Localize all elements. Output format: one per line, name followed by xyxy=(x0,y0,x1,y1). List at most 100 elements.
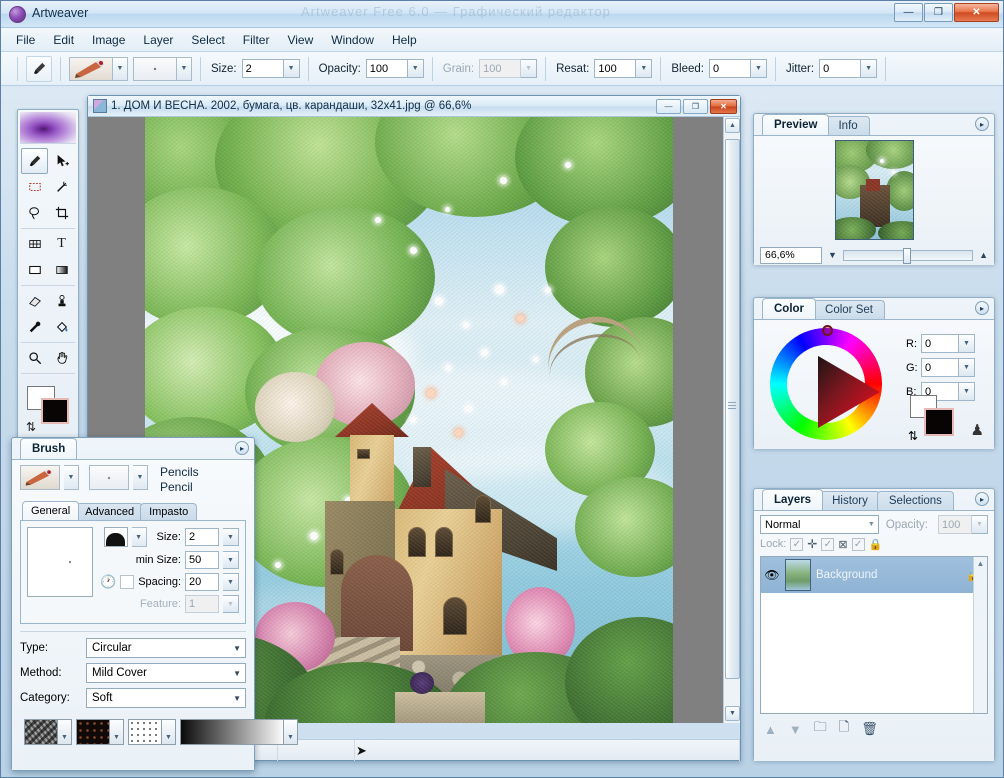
grain-dropdown-arrow[interactable]: ▼ xyxy=(162,719,176,745)
triangle-up-icon[interactable]: ▲ xyxy=(979,250,988,260)
document-maximize-button[interactable]: ❐ xyxy=(683,99,708,114)
tab-color-set[interactable]: Color Set xyxy=(813,300,885,319)
tab-general[interactable]: General xyxy=(22,501,79,520)
brush-spacing-input[interactable]: 20 xyxy=(185,573,219,591)
brush-preview-chip[interactable] xyxy=(20,465,60,490)
brush-shape-dropdown-arrow[interactable]: ▼ xyxy=(132,527,147,547)
brush-texture-selector[interactable]: ▼ xyxy=(133,57,192,81)
panel-menu-icon[interactable]: ▸ xyxy=(975,492,989,506)
lock-position-checkbox[interactable]: ✓ xyxy=(852,538,865,551)
brush-min-size-input[interactable]: 50 xyxy=(185,551,219,569)
menu-filter[interactable]: Filter xyxy=(234,30,279,50)
swap-colors-icon[interactable]: ⇅ xyxy=(908,429,918,443)
zoom-tool[interactable] xyxy=(21,345,48,371)
menu-image[interactable]: Image xyxy=(83,30,134,50)
swap-colors-icon[interactable]: ⇅ xyxy=(26,420,36,434)
menu-file[interactable]: File xyxy=(7,30,44,50)
hand-tool[interactable] xyxy=(48,345,75,371)
document-minimize-button[interactable]: — xyxy=(656,99,681,114)
menu-help[interactable]: Help xyxy=(383,30,426,50)
preview-thumbnail-area[interactable] xyxy=(754,136,994,244)
document-close-button[interactable]: ✕ xyxy=(710,99,737,114)
resat-spinner[interactable]: ▼ xyxy=(636,59,652,78)
grid-tool[interactable] xyxy=(21,231,48,257)
foreground-color-swatch[interactable] xyxy=(924,408,954,436)
brush-preview-dropdown-arrow[interactable]: ▼ xyxy=(64,465,79,490)
tab-color[interactable]: Color xyxy=(762,298,816,319)
lasso-tool[interactable] xyxy=(21,200,48,226)
green-spinner[interactable]: ▼ xyxy=(959,358,975,377)
paper-texture-swatch-group[interactable]: ▼ xyxy=(24,719,72,745)
brush-variant-chip[interactable] xyxy=(89,465,129,490)
brush-category-select[interactable]: Soft ▼ xyxy=(86,688,246,708)
color-stamp-icon[interactable]: ♟ xyxy=(971,421,984,439)
preview-zoom-slider[interactable] xyxy=(843,250,973,261)
paper-texture-swatch[interactable] xyxy=(24,719,58,745)
size-spinner[interactable]: ▼ xyxy=(284,59,300,78)
scroll-down-button[interactable]: ▼ xyxy=(725,706,740,721)
red-spinner[interactable]: ▼ xyxy=(959,334,975,353)
jitter-input[interactable]: 0 xyxy=(819,59,861,78)
bleed-input[interactable]: 0 xyxy=(709,59,751,78)
red-input[interactable]: 0 xyxy=(921,334,959,353)
brush-type-select[interactable]: Circular ▼ xyxy=(86,638,246,658)
menu-layer[interactable]: Layer xyxy=(134,30,182,50)
panel-menu-icon[interactable]: ▸ xyxy=(235,441,249,455)
brush-spacing-spinner[interactable]: ▼ xyxy=(223,573,239,591)
size-input[interactable]: 2 xyxy=(242,59,284,78)
vertical-scroll-thumb[interactable] xyxy=(725,139,740,679)
new-group-button[interactable]: 🗀 xyxy=(814,718,827,740)
delete-layer-button[interactable]: 🗑 xyxy=(861,721,878,737)
window-close-button[interactable]: ✕ xyxy=(954,3,999,22)
timing-icon[interactable]: 🕐 xyxy=(100,574,116,590)
resat-field-group[interactable]: 100 ▼ xyxy=(594,59,652,78)
tab-preview[interactable]: Preview xyxy=(762,114,829,135)
gradient-swatch[interactable] xyxy=(180,719,284,745)
tab-info[interactable]: Info xyxy=(826,116,869,135)
color-wheel[interactable] xyxy=(770,328,882,440)
hue-marker[interactable] xyxy=(822,325,833,336)
opacity-spinner[interactable]: ▼ xyxy=(408,59,424,78)
shape-tool[interactable] xyxy=(21,257,48,283)
size-field-group[interactable]: 2 ▼ xyxy=(242,59,300,78)
menu-select[interactable]: Select xyxy=(182,30,233,50)
layer-list-scrollbar[interactable]: ▲ xyxy=(973,557,987,713)
grain-swatch-group[interactable]: ▼ xyxy=(128,719,176,745)
eye-visibility-icon[interactable]: 👁 xyxy=(764,568,780,582)
layer-row-background[interactable]: 👁 Background 🔒 xyxy=(761,557,987,593)
brush-min-size-spinner[interactable]: ▼ xyxy=(223,551,239,569)
brush-shape-icon[interactable] xyxy=(104,527,128,547)
lock-pixels-checkbox[interactable]: ✓ xyxy=(821,538,834,551)
brush-preset-dropdown-arrow[interactable]: ▼ xyxy=(113,57,128,81)
grain-swatch[interactable] xyxy=(128,719,162,745)
blend-mode-select[interactable]: Normal ▼ xyxy=(760,515,879,534)
tab-selections[interactable]: Selections xyxy=(877,491,954,510)
lock-transparency-checkbox[interactable]: ✓ xyxy=(790,538,803,551)
texture-dropdown-arrow[interactable]: ▼ xyxy=(177,57,192,81)
spacing-checkbox[interactable] xyxy=(120,575,134,589)
foreground-color-swatch[interactable] xyxy=(41,398,69,424)
brush-size-spinner[interactable]: ▼ xyxy=(223,528,239,546)
menu-view[interactable]: View xyxy=(278,30,322,50)
preview-zoom-slider-knob[interactable] xyxy=(903,248,911,264)
resat-input[interactable]: 100 xyxy=(594,59,636,78)
marquee-tool[interactable] xyxy=(21,174,48,200)
tab-impasto[interactable]: Impasto xyxy=(140,503,197,520)
current-tool-brush-icon[interactable] xyxy=(26,56,52,82)
opacity-field-group[interactable]: 100 ▼ xyxy=(366,59,424,78)
tab-advanced[interactable]: Advanced xyxy=(76,503,143,520)
brush-variant-dropdown-arrow[interactable]: ▼ xyxy=(133,465,148,490)
menu-window[interactable]: Window xyxy=(322,30,383,50)
pattern-swatch-group[interactable]: ▼ xyxy=(76,719,124,745)
panel-menu-icon[interactable]: ▸ xyxy=(975,117,989,131)
pattern-dropdown-arrow[interactable]: ▼ xyxy=(110,719,124,745)
scroll-up-button[interactable]: ▲ xyxy=(725,118,740,133)
brush-tool[interactable] xyxy=(21,148,48,174)
gradient-tool[interactable] xyxy=(48,257,75,283)
paint-bucket-tool[interactable] xyxy=(48,314,75,340)
green-input[interactable]: 0 xyxy=(921,358,959,377)
gradient-dropdown-arrow[interactable]: ▼ xyxy=(284,719,298,745)
panel-menu-icon[interactable]: ▸ xyxy=(975,301,989,315)
jitter-spinner[interactable]: ▼ xyxy=(861,59,877,78)
eyedropper-tool[interactable] xyxy=(21,314,48,340)
